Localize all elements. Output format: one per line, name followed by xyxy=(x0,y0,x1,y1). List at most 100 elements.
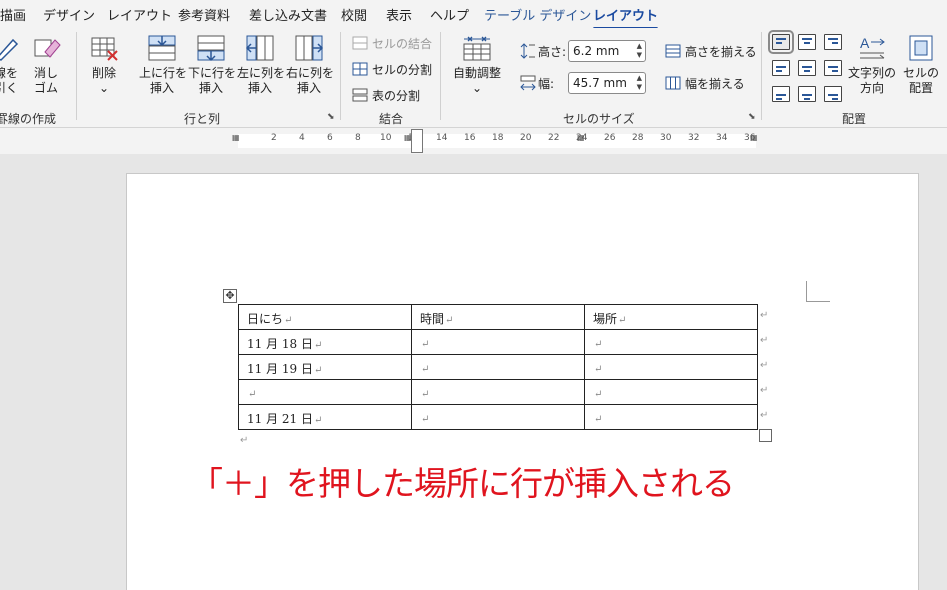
tab-review[interactable]: 校閲 xyxy=(341,5,367,24)
table-row-inserted: ↵ ↵ ↵ xyxy=(238,379,758,405)
row-end-mark: ↵ xyxy=(760,410,769,421)
align-top-left-button[interactable] xyxy=(768,30,794,54)
tab-draw[interactable]: 描画 xyxy=(0,5,26,24)
group-separator xyxy=(761,32,762,120)
cell-margins-button[interactable]: セルの 配置 xyxy=(900,34,942,96)
menu-tab-bar: 描画 デザイン レイアウト 参考資料 差し込み文書 校閲 表示 ヘルプ テーブル… xyxy=(0,0,947,30)
dialog-launcher-icon[interactable]: ⬊ xyxy=(748,112,756,122)
align-middle-right-button[interactable] xyxy=(824,60,842,76)
dialog-launcher-icon[interactable]: ⬊ xyxy=(327,112,335,122)
table-cell[interactable]: 11 月 19 日↵ xyxy=(238,354,412,380)
delete-button[interactable]: 削除 ⌄ xyxy=(82,34,126,96)
align-bottom-right-button[interactable] xyxy=(824,86,842,102)
row-end-mark: ↵ xyxy=(760,385,769,396)
align-bottom-left-button[interactable] xyxy=(772,86,790,102)
distribute-rows-icon xyxy=(665,44,681,58)
annotation-text: 「＋」を押した場所に行が挿入される xyxy=(190,464,735,503)
ruler-table-marker[interactable]: ▦ xyxy=(232,133,240,142)
spin-up-down-icon[interactable]: ▲ ▼ xyxy=(637,42,642,60)
group-separator xyxy=(340,32,341,120)
chevron-down-icon: ⌄ xyxy=(98,81,110,95)
insert-column-left-icon xyxy=(245,35,274,61)
split-cells-button[interactable]: セルの分割 xyxy=(352,59,432,79)
ruler-number: 28 xyxy=(632,133,644,143)
insert-above-button[interactable]: 上に行を 挿入 xyxy=(139,34,187,96)
distribute-columns-button[interactable]: 幅を揃える xyxy=(665,73,745,93)
eraser-button[interactable]: 消し ゴム xyxy=(24,34,68,96)
group-label-alignment: 配置 xyxy=(842,112,867,126)
align-top-right-button[interactable] xyxy=(824,34,842,50)
table-cell[interactable]: 日にち↵ xyxy=(238,304,412,330)
table-resize-handle[interactable] xyxy=(759,429,772,442)
autofit-button[interactable]: 自動調整 ⌄ xyxy=(452,34,502,96)
ruler-number: 26 xyxy=(604,133,616,143)
table-row: 11 月 21 日↵ ↵ ↵ xyxy=(238,404,758,430)
ruler-number: 14 xyxy=(436,133,448,143)
table-move-handle-icon[interactable]: ✥ xyxy=(223,289,237,303)
document-table[interactable]: 日にち↵ 時間↵ 場所↵ 11 月 18 日↵ ↵ ↵ 11 月 19 日↵ ↵… xyxy=(238,304,758,430)
insert-row-above-icon xyxy=(148,35,176,61)
align-middle-left-button[interactable] xyxy=(772,60,790,76)
ribbon: 線を 引く 消し ゴム 罫線の作成 削除 ⌄ 上に行を 挿入 xyxy=(0,28,947,128)
column-width-input[interactable]: 45.7 mm ▲ ▼ xyxy=(568,72,646,94)
table-cell[interactable]: 11 月 21 日↵ xyxy=(238,404,412,430)
text-direction-button[interactable]: A 文字列の 方向 xyxy=(848,34,896,96)
table-cell[interactable]: ↵ xyxy=(584,404,758,430)
ruler-number: 4 xyxy=(299,133,305,143)
align-middle-center-button[interactable] xyxy=(798,60,816,76)
ruler-number: 20 xyxy=(520,133,532,143)
split-cells-icon xyxy=(352,62,368,76)
ruler-number: 6 xyxy=(327,133,333,143)
table-cell[interactable]: 場所↵ xyxy=(584,304,758,330)
indent-marker[interactable] xyxy=(411,129,423,153)
row-height-icon xyxy=(520,43,535,59)
table-cell[interactable]: ↵ xyxy=(584,329,758,355)
ruler-number: 30 xyxy=(660,133,672,143)
table-cell[interactable]: ↵ xyxy=(584,379,758,405)
paragraph-mark: ↵ xyxy=(240,435,249,446)
row-height-input[interactable]: 6.2 mm ▲ ▼ xyxy=(568,40,646,62)
text-direction-icon: A xyxy=(860,35,885,59)
tab-help[interactable]: ヘルプ xyxy=(430,5,469,24)
svg-text:A: A xyxy=(860,35,870,51)
horizontal-ruler[interactable]: ▦ ▦ ▦ ▦ 2 4 6 8 10 12 14 16 18 20 22 24 … xyxy=(0,128,947,154)
group-label-merge: 結合 xyxy=(379,112,404,126)
table-cell[interactable]: 11 月 18 日↵ xyxy=(238,329,412,355)
margin-corner-mark xyxy=(806,281,830,302)
table-cell[interactable]: ↵ xyxy=(411,329,585,355)
group-label-draw: 罫線の作成 xyxy=(0,112,57,126)
table-cell[interactable]: ↵ xyxy=(411,379,585,405)
tab-references[interactable]: 参考資料 xyxy=(178,5,230,24)
row-height-label: 高さ: xyxy=(520,41,566,61)
split-table-button[interactable]: 表の分割 xyxy=(352,85,420,105)
tab-mailings[interactable]: 差し込み文書 xyxy=(249,5,327,24)
insert-right-button[interactable]: 右に列を 挿入 xyxy=(286,34,334,96)
tab-view[interactable]: 表示 xyxy=(386,5,412,24)
align-top-center-button[interactable] xyxy=(798,34,816,50)
tab-table-design[interactable]: テーブル デザイン xyxy=(484,5,591,24)
table-cell[interactable]: ↵ xyxy=(411,354,585,380)
merge-cells-button[interactable]: セルの結合 xyxy=(352,33,432,53)
ruler-number: 22 xyxy=(548,133,560,143)
ruler-number: 34 xyxy=(716,133,728,143)
table-delete-icon xyxy=(91,37,118,61)
table-cell[interactable]: ↵ xyxy=(584,354,758,380)
insert-left-button[interactable]: 左に列を 挿入 xyxy=(237,34,285,96)
column-width-label: 幅: xyxy=(520,73,554,93)
table-cell[interactable]: ↵ xyxy=(238,379,412,405)
autofit-icon xyxy=(463,36,491,61)
insert-below-button[interactable]: 下に行を 挿入 xyxy=(188,34,236,96)
ruler-number: 18 xyxy=(492,133,504,143)
distribute-rows-button[interactable]: 高さを揃える xyxy=(665,41,757,61)
table-cell[interactable]: ↵ xyxy=(411,404,585,430)
align-bottom-center-button[interactable] xyxy=(798,86,816,102)
insert-row-below-icon xyxy=(197,35,225,62)
merge-cells-icon xyxy=(352,36,368,50)
tab-table-layout[interactable]: レイアウト xyxy=(593,5,659,30)
table-cell[interactable]: 時間↵ xyxy=(411,304,585,330)
group-label-rows-cols: 行と列 xyxy=(184,112,221,126)
tab-design[interactable]: デザイン xyxy=(43,5,95,24)
group-label-cell-size: セルのサイズ xyxy=(563,112,635,126)
spin-up-down-icon[interactable]: ▲ ▼ xyxy=(637,74,642,92)
tab-layout[interactable]: レイアウト xyxy=(107,5,172,24)
